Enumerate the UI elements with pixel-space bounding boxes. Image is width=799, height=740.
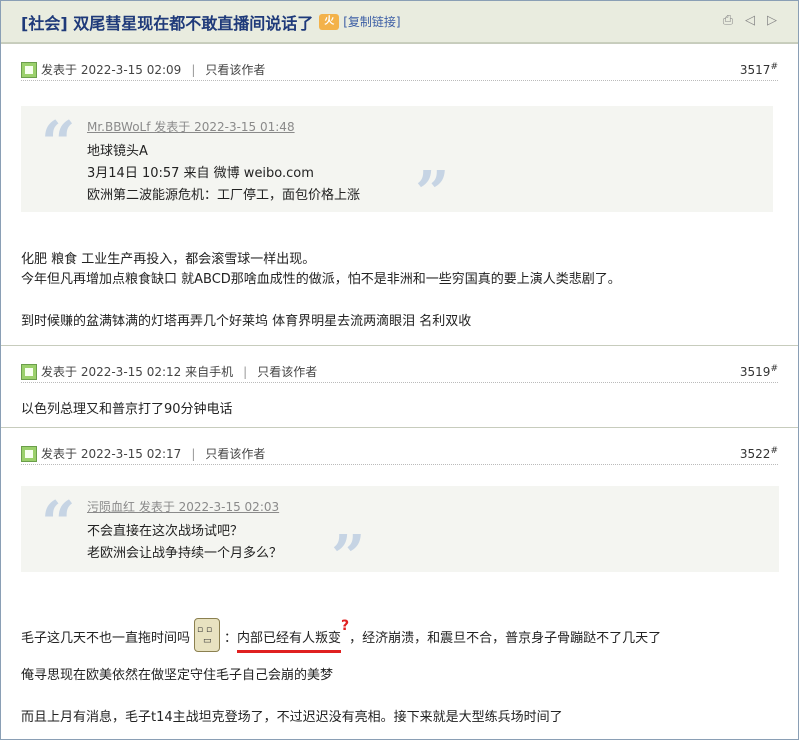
quote-line: 欧洲第二波能源危机：工厂停工，面包价格上涨	[87, 188, 361, 203]
thread-frame: [社会] 双尾彗星现在都不敢直播间说话了 火 [复制链接] ⎙ ◁ ▷ 发表于 …	[0, 0, 799, 740]
post-time: 发表于 2022-3-15 02:12 来自手机	[41, 365, 234, 379]
hot-icon: 火	[319, 13, 340, 30]
only-author-link[interactable]: 只看该作者	[205, 445, 265, 462]
open-quote-icon: “	[41, 109, 76, 179]
post-text: 俺寻思现在欧美依然在做坚定守住毛子自己会崩的美梦	[21, 668, 334, 683]
quote-line: 老欧洲会让战争持续一个月多么？	[87, 546, 283, 561]
prev-icon[interactable]: ◁	[742, 13, 758, 29]
floor-number[interactable]: 3519#	[740, 364, 778, 379]
close-quote-icon: ”	[331, 523, 366, 593]
open-quote-icon: “	[41, 489, 76, 559]
thread-title: [社会] 双尾彗星现在都不敢直播间说话了	[21, 13, 314, 33]
quote-line: 3月14日 10:57 来自 微博 weibo.com	[87, 166, 314, 181]
post-3517: 发表于 2022-3-15 02:09 | 只看该作者 3517# “ Mr.B…	[1, 43, 798, 345]
post-header: 发表于 2022-3-15 02:09 | 只看该作者 3517#	[21, 59, 778, 81]
post-3519: 发表于 2022-3-15 02:12 来自手机 | 只看该作者 3519# 以…	[1, 345, 798, 427]
post-text: 而且上月有消息，毛子t14主战坦克登场了，不过迟迟没有亮相。接下来就是大型练兵场…	[21, 710, 563, 725]
post-text: 今年但凡再增加点粮食缺口 就ABCD那啥血成性的做派，怕不是非洲和一些穷国真的要…	[21, 272, 621, 287]
floor-number[interactable]: 3517#	[740, 62, 778, 77]
user-icon	[21, 61, 37, 78]
quote-line: 地球镜头A	[87, 144, 148, 159]
post-time: 发表于 2022-3-15 02:09	[41, 63, 182, 77]
floor-number[interactable]: 3522#	[740, 446, 778, 461]
next-icon[interactable]: ▷	[764, 13, 780, 29]
user-icon	[21, 445, 37, 462]
thread-title-bar: [社会] 双尾彗星现在都不敢直播间说话了 火 [复制链接] ⎙ ◁ ▷	[1, 1, 798, 43]
quote-block: “ Mr.BBWoLf 发表于 2022-3-15 01:48 地球镜头A 3月…	[21, 106, 773, 224]
post-text: 毛子这几天不也一直拖时间吗：内部已经有人叛变?，经济崩溃，和震旦不合，普京身子骨…	[21, 618, 661, 653]
post-header: 发表于 2022-3-15 02:17 | 只看该作者 3522#	[21, 443, 778, 465]
title-tools: ⎙ ◁ ▷	[720, 13, 780, 29]
highlighted-text: 内部已经有人叛变	[237, 631, 342, 653]
post-time: 发表于 2022-3-15 02:17	[41, 447, 182, 461]
close-quote-icon: ”	[415, 159, 450, 229]
only-author-link[interactable]: 只看该作者	[257, 363, 317, 380]
user-icon	[21, 363, 37, 380]
emoticon-face-icon	[194, 618, 221, 652]
copy-link[interactable]: [复制链接]	[343, 13, 400, 30]
quote-author[interactable]: Mr.BBWoLf 发表于 2022-3-15 01:48	[87, 118, 295, 135]
only-author-link[interactable]: 只看该作者	[205, 61, 265, 78]
quote-line: 不会直接在这次战场试吧？	[87, 524, 244, 539]
post-header: 发表于 2022-3-15 02:12 来自手机 | 只看该作者 3519#	[21, 361, 778, 383]
question-mark-annotation: ?	[341, 618, 350, 634]
post-text: 化肥 粮食 工业生产再投入，都会滚雪球一样出现。	[21, 252, 316, 267]
quote-block: “ 污陨血红 发表于 2022-3-15 02:03 不会直接在这次战场试吧？ …	[21, 486, 779, 588]
quote-author[interactable]: 污陨血红 发表于 2022-3-15 02:03	[87, 498, 279, 515]
post-text: 到时候赚的盆满钵满的灯塔再弄几个好莱坞 体育界明星去流两滴眼泪 名利双收	[21, 314, 472, 329]
post-text: 以色列总理又和普京打了90分钟电话	[21, 402, 233, 417]
post-3522: 发表于 2022-3-15 02:17 | 只看该作者 3522# “ 污陨血红…	[1, 427, 798, 739]
print-icon[interactable]: ⎙	[720, 13, 736, 29]
